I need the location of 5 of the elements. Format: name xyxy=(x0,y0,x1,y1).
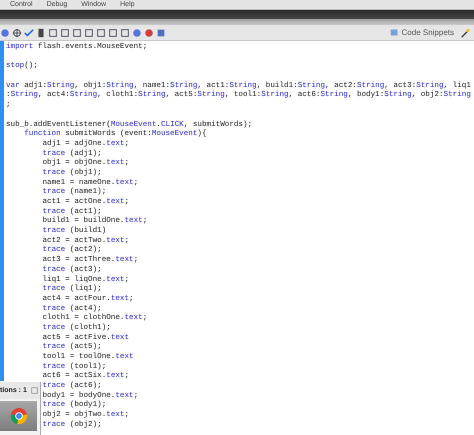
code-snippets-button[interactable]: Code Snippets xyxy=(402,28,454,37)
browser-icon xyxy=(10,407,28,425)
toolbar-icon[interactable] xyxy=(12,28,22,38)
wand-icon[interactable] xyxy=(460,28,470,38)
panel-icon[interactable] xyxy=(31,387,38,394)
